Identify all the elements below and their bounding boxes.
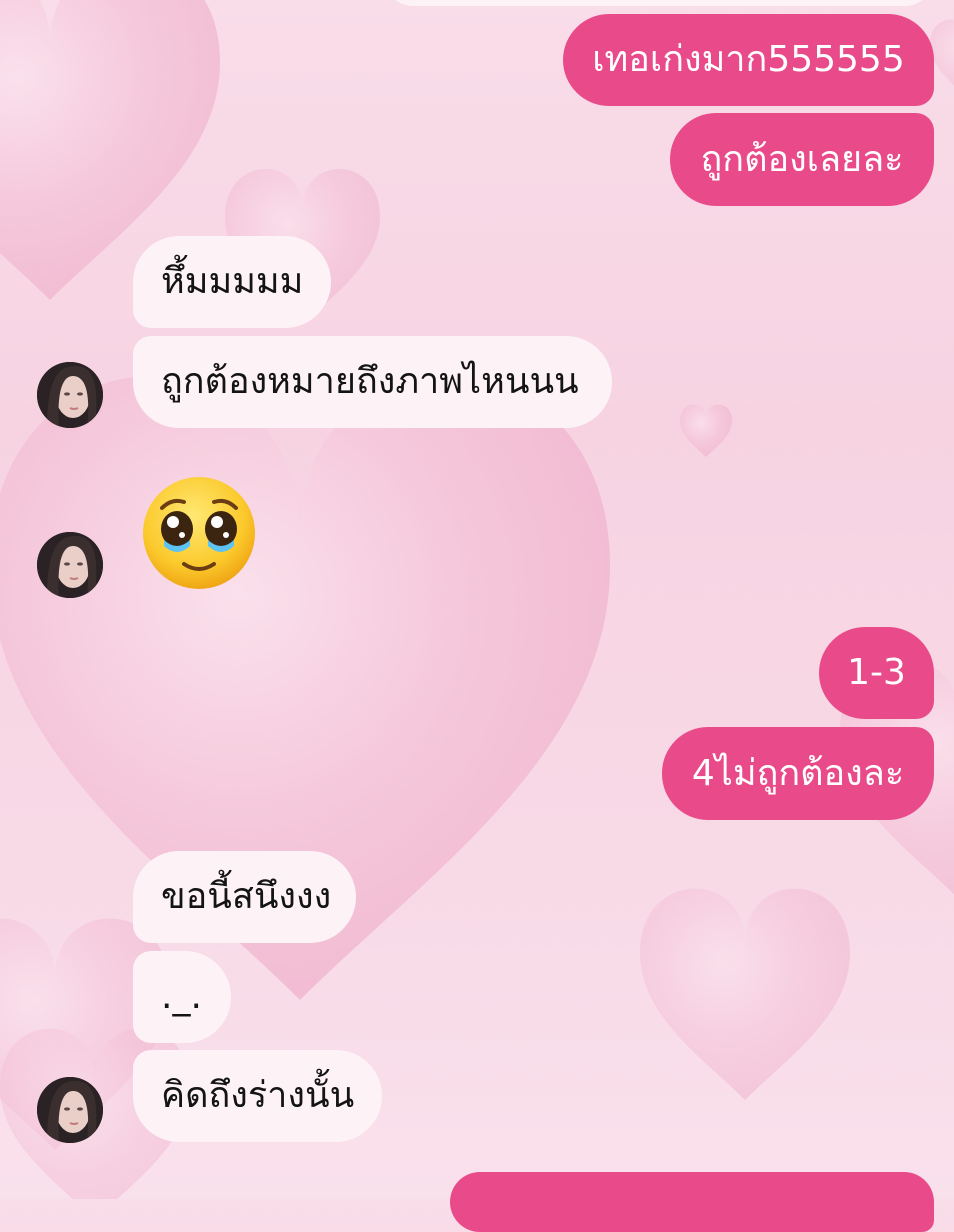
incoming-message[interactable]: ถูกต้องหมายถึงภาพไหนนน — [133, 336, 612, 428]
outgoing-message-partial[interactable] — [450, 1172, 934, 1232]
avatar-photo — [37, 362, 103, 428]
contact-avatar[interactable] — [37, 1077, 103, 1143]
incoming-message[interactable]: ขอนี้สนึงงง — [133, 851, 356, 943]
chat-thread[interactable]: เทอเก่งมาก555555 ถูกต้องเลยละ หึ้มมมมม ถ… — [0, 0, 954, 1232]
outgoing-message[interactable]: 1-3 — [819, 627, 934, 719]
message-text: ถูกต้องเลยละ — [700, 138, 904, 180]
partial-message-bubble[interactable] — [385, 0, 933, 6]
message-text: คิดถึงร่างนั้น — [161, 1075, 355, 1116]
outgoing-message[interactable]: ถูกต้องเลยละ — [670, 113, 934, 206]
contact-avatar[interactable] — [37, 362, 103, 428]
message-text: ขอนี้สนึงงง — [161, 876, 332, 917]
message-text: เทอเก่งมาก555555 — [592, 39, 905, 80]
contact-avatar[interactable] — [37, 532, 103, 598]
message-text: ._. — [161, 976, 202, 1017]
message-text: หึ้มมมมม — [161, 261, 304, 302]
incoming-message[interactable]: คิดถึงร่างนั้น — [133, 1050, 382, 1142]
incoming-message[interactable]: หึ้มมมมม — [133, 236, 331, 328]
message-text: ถูกต้องหมายถึงภาพไหนนน — [161, 361, 579, 402]
message-text: 4ไม่ถูกต้องละ — [691, 752, 905, 794]
pleading-face-emoji — [143, 477, 255, 589]
outgoing-message[interactable]: 4ไม่ถูกต้องละ — [662, 727, 934, 820]
avatar-photo — [37, 1077, 103, 1143]
avatar-photo — [37, 532, 103, 598]
outgoing-message[interactable]: เทอเก่งมาก555555 — [563, 14, 934, 106]
incoming-message[interactable]: ._. — [133, 951, 231, 1043]
message-text: 1-3 — [847, 652, 906, 693]
